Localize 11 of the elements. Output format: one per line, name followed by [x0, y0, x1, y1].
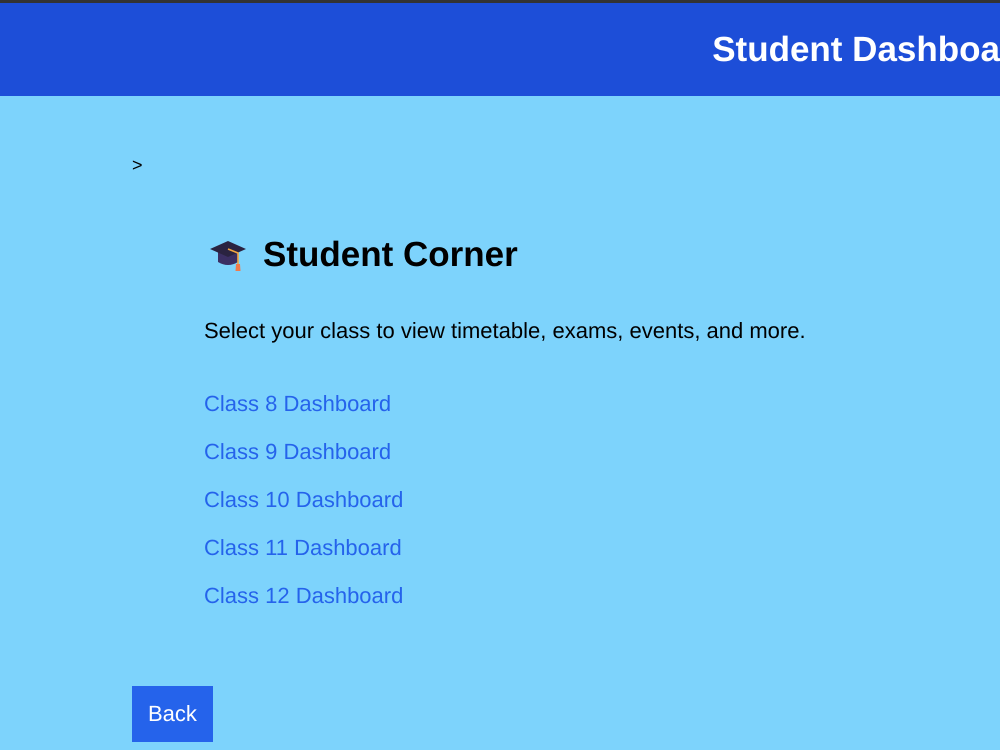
graduation-cap-icon — [209, 238, 247, 272]
class-dashboard-link[interactable]: Class 8 Dashboard — [204, 390, 392, 418]
section-description: Select your class to view timetable, exams, events, and more. — [204, 317, 806, 345]
page-title: Student Dashboa — [712, 29, 1000, 70]
section-title: Student Corner — [263, 235, 518, 275]
class-dashboard-link[interactable]: Class 12 Dashboard — [204, 582, 404, 610]
class-dashboard-link[interactable]: Class 11 Dashboard — [204, 534, 402, 562]
class-dashboard-link[interactable]: Class 10 Dashboard — [204, 486, 404, 514]
class-dashboard-link[interactable]: Class 9 Dashboard — [204, 438, 392, 466]
back-button[interactable]: Back — [132, 686, 213, 742]
breadcrumb-separator: > — [132, 154, 143, 177]
